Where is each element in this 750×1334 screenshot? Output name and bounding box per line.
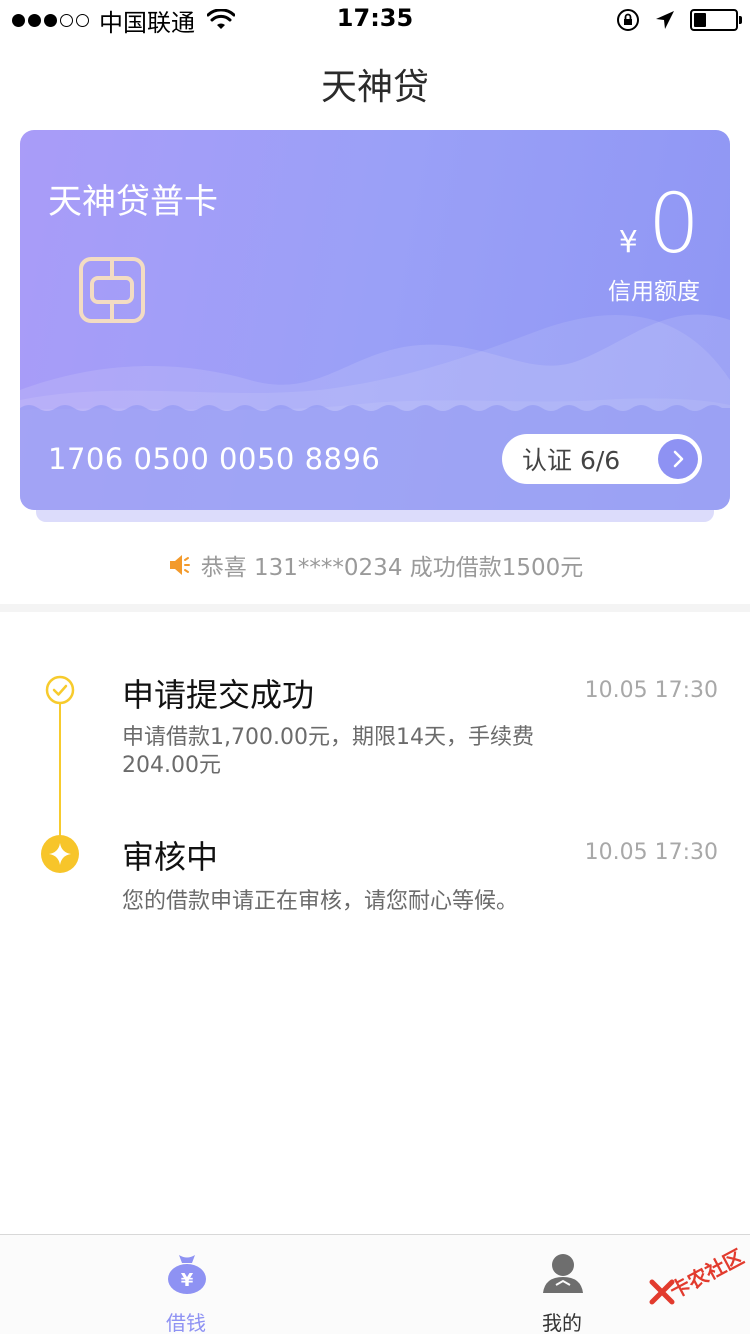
card-chip-icon — [79, 257, 145, 323]
speaker-icon — [169, 555, 190, 575]
card-name: 天神贷普卡 — [48, 182, 218, 222]
credit-amount-line: ¥ 0 — [608, 184, 700, 266]
page-title: 天神贷 — [320, 67, 429, 108]
currency-symbol: ¥ — [618, 225, 638, 260]
timeline-title: 申请提交成功 — [122, 676, 315, 714]
verify-button[interactable]: 认证 6/6 — [502, 434, 702, 484]
battery-icon — [690, 9, 742, 31]
tab-borrow[interactable]: ¥ 借钱 — [126, 1235, 246, 1334]
check-circle-icon — [45, 675, 75, 705]
user-icon — [543, 1254, 583, 1293]
location-icon — [656, 11, 674, 29]
rotation-lock-icon — [617, 9, 639, 31]
timeline-description: 申请借款1,700.00元，期限14天，手续费204.00元 — [122, 725, 534, 778]
credit-limit: ¥ 0 信用额度 — [608, 184, 700, 306]
section-divider — [0, 604, 750, 612]
pending-star-icon — [41, 835, 79, 873]
watermark-text: 卡农社区 — [665, 1244, 748, 1304]
money-bag-icon: ¥ — [168, 1255, 206, 1294]
credit-card[interactable]: 天神贷普卡 ¥ 0 信用额度 1706 0500 0050 8896 认证 6/… — [20, 130, 730, 510]
timeline-description: 您的借款申请正在审核，请您耐心等候。 — [122, 889, 519, 914]
credit-amount: 0 — [647, 177, 700, 272]
watermark: 卡农社区 — [646, 1240, 748, 1310]
card-number: 1706 0500 0050 8896 — [48, 442, 381, 476]
tab-label: 借钱 — [166, 1311, 206, 1334]
tab-bar: ¥ 借钱 我的 — [0, 1234, 750, 1334]
svg-text:¥: ¥ — [181, 1270, 194, 1291]
timeline-time: 10.05 17:30 — [584, 840, 718, 865]
chevron-right-icon — [658, 439, 698, 479]
verify-label: 认证 6/6 — [522, 446, 621, 475]
notice-text: 恭喜 131****0234 成功借款1500元 — [200, 555, 584, 581]
timeline-connector — [59, 700, 61, 840]
tab-label: 我的 — [542, 1311, 582, 1334]
status-bar: 中国联通 17:35 — [0, 0, 750, 40]
timeline-time: 10.05 17:30 — [584, 678, 718, 703]
credit-limit-label: 信用额度 — [608, 279, 700, 305]
timeline-title: 审核中 — [122, 838, 219, 876]
loan-notice: 恭喜 131****0234 成功借款1500元 — [0, 548, 750, 582]
tab-mine[interactable]: 我的 — [502, 1235, 622, 1334]
battery-fill — [694, 13, 706, 27]
status-right — [616, 6, 742, 34]
